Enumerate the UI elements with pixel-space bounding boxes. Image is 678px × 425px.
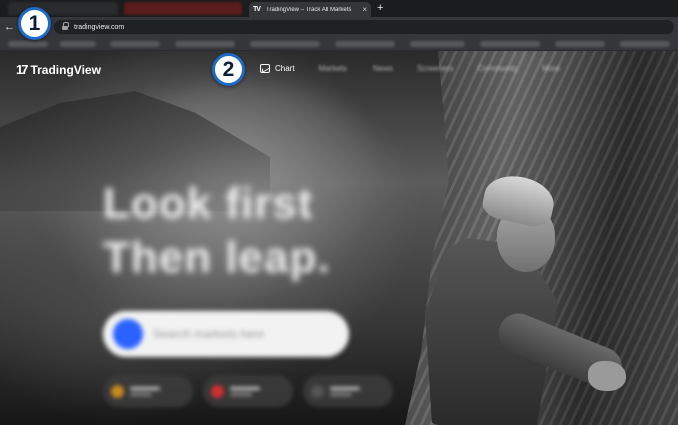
browser-tab-strip: TV TradingView – Track All Markets × +: [0, 0, 678, 17]
tradingview-favicon-icon: TV: [253, 6, 261, 13]
lock-icon[interactable]: [62, 22, 69, 30]
bookmarks-bar: [0, 37, 678, 51]
ticker-icon: [311, 384, 324, 398]
tradingview-homepage: 17 TradingView Chart Markets News Screen…: [0, 51, 678, 425]
back-arrow-icon[interactable]: ←: [4, 20, 15, 34]
logo-text: TradingView: [30, 62, 101, 77]
active-tab[interactable]: TV TradingView – Track All Markets ×: [249, 2, 371, 17]
annotation-badge-2: 2: [212, 53, 245, 86]
bookmark-item[interactable]: [8, 41, 48, 47]
browser-toolbar: ← tradingview.com: [0, 17, 678, 37]
nav-chart-label: Chart: [275, 64, 295, 73]
ticker-pill[interactable]: [103, 375, 193, 407]
ticker-icon: [211, 384, 224, 398]
search-icon: [113, 319, 143, 349]
hero-heading-line-2: Then leap.: [103, 233, 331, 282]
ticker-icon: [111, 384, 124, 398]
market-search-input[interactable]: Search markets here: [103, 311, 349, 357]
nav-more-link[interactable]: More: [542, 64, 560, 73]
nav-community-link[interactable]: Community: [478, 64, 518, 73]
bookmark-item[interactable]: [175, 41, 235, 47]
climber-hand: [588, 361, 626, 391]
search-placeholder: Search markets here: [153, 327, 265, 341]
nav-markets-link[interactable]: Markets: [319, 64, 347, 73]
bookmark-item[interactable]: [250, 41, 320, 47]
nav-screeners-link[interactable]: Screeners: [417, 64, 453, 73]
tradingview-logo[interactable]: 17 TradingView: [16, 62, 101, 77]
bookmark-item[interactable]: [555, 41, 605, 47]
nav-chart-link[interactable]: Chart: [260, 64, 295, 73]
hero-heading-line-1: Look first: [103, 179, 314, 228]
nav-news-link[interactable]: News: [373, 64, 393, 73]
background-tab[interactable]: [124, 2, 242, 15]
bookmark-item[interactable]: [480, 41, 540, 47]
annotation-badge-1: 1: [18, 7, 51, 40]
main-nav: Chart Markets News Screeners Community M…: [260, 64, 560, 73]
bookmark-item[interactable]: [335, 41, 395, 47]
url-text[interactable]: tradingview.com: [74, 24, 124, 31]
chart-icon: [260, 64, 270, 73]
tab-title: TradingView – Track All Markets: [266, 6, 352, 13]
close-tab-icon[interactable]: ×: [362, 5, 367, 14]
new-tab-button[interactable]: +: [377, 2, 383, 14]
tradingview-logo-icon: 17: [16, 62, 29, 77]
ticker-pill[interactable]: [203, 375, 293, 407]
address-bar[interactable]: tradingview.com: [54, 20, 674, 34]
bookmark-item[interactable]: [410, 41, 465, 47]
bookmark-item[interactable]: [110, 41, 160, 47]
bookmark-item[interactable]: [60, 41, 96, 47]
ticker-pill[interactable]: [303, 375, 393, 407]
bookmark-item[interactable]: [620, 41, 670, 47]
